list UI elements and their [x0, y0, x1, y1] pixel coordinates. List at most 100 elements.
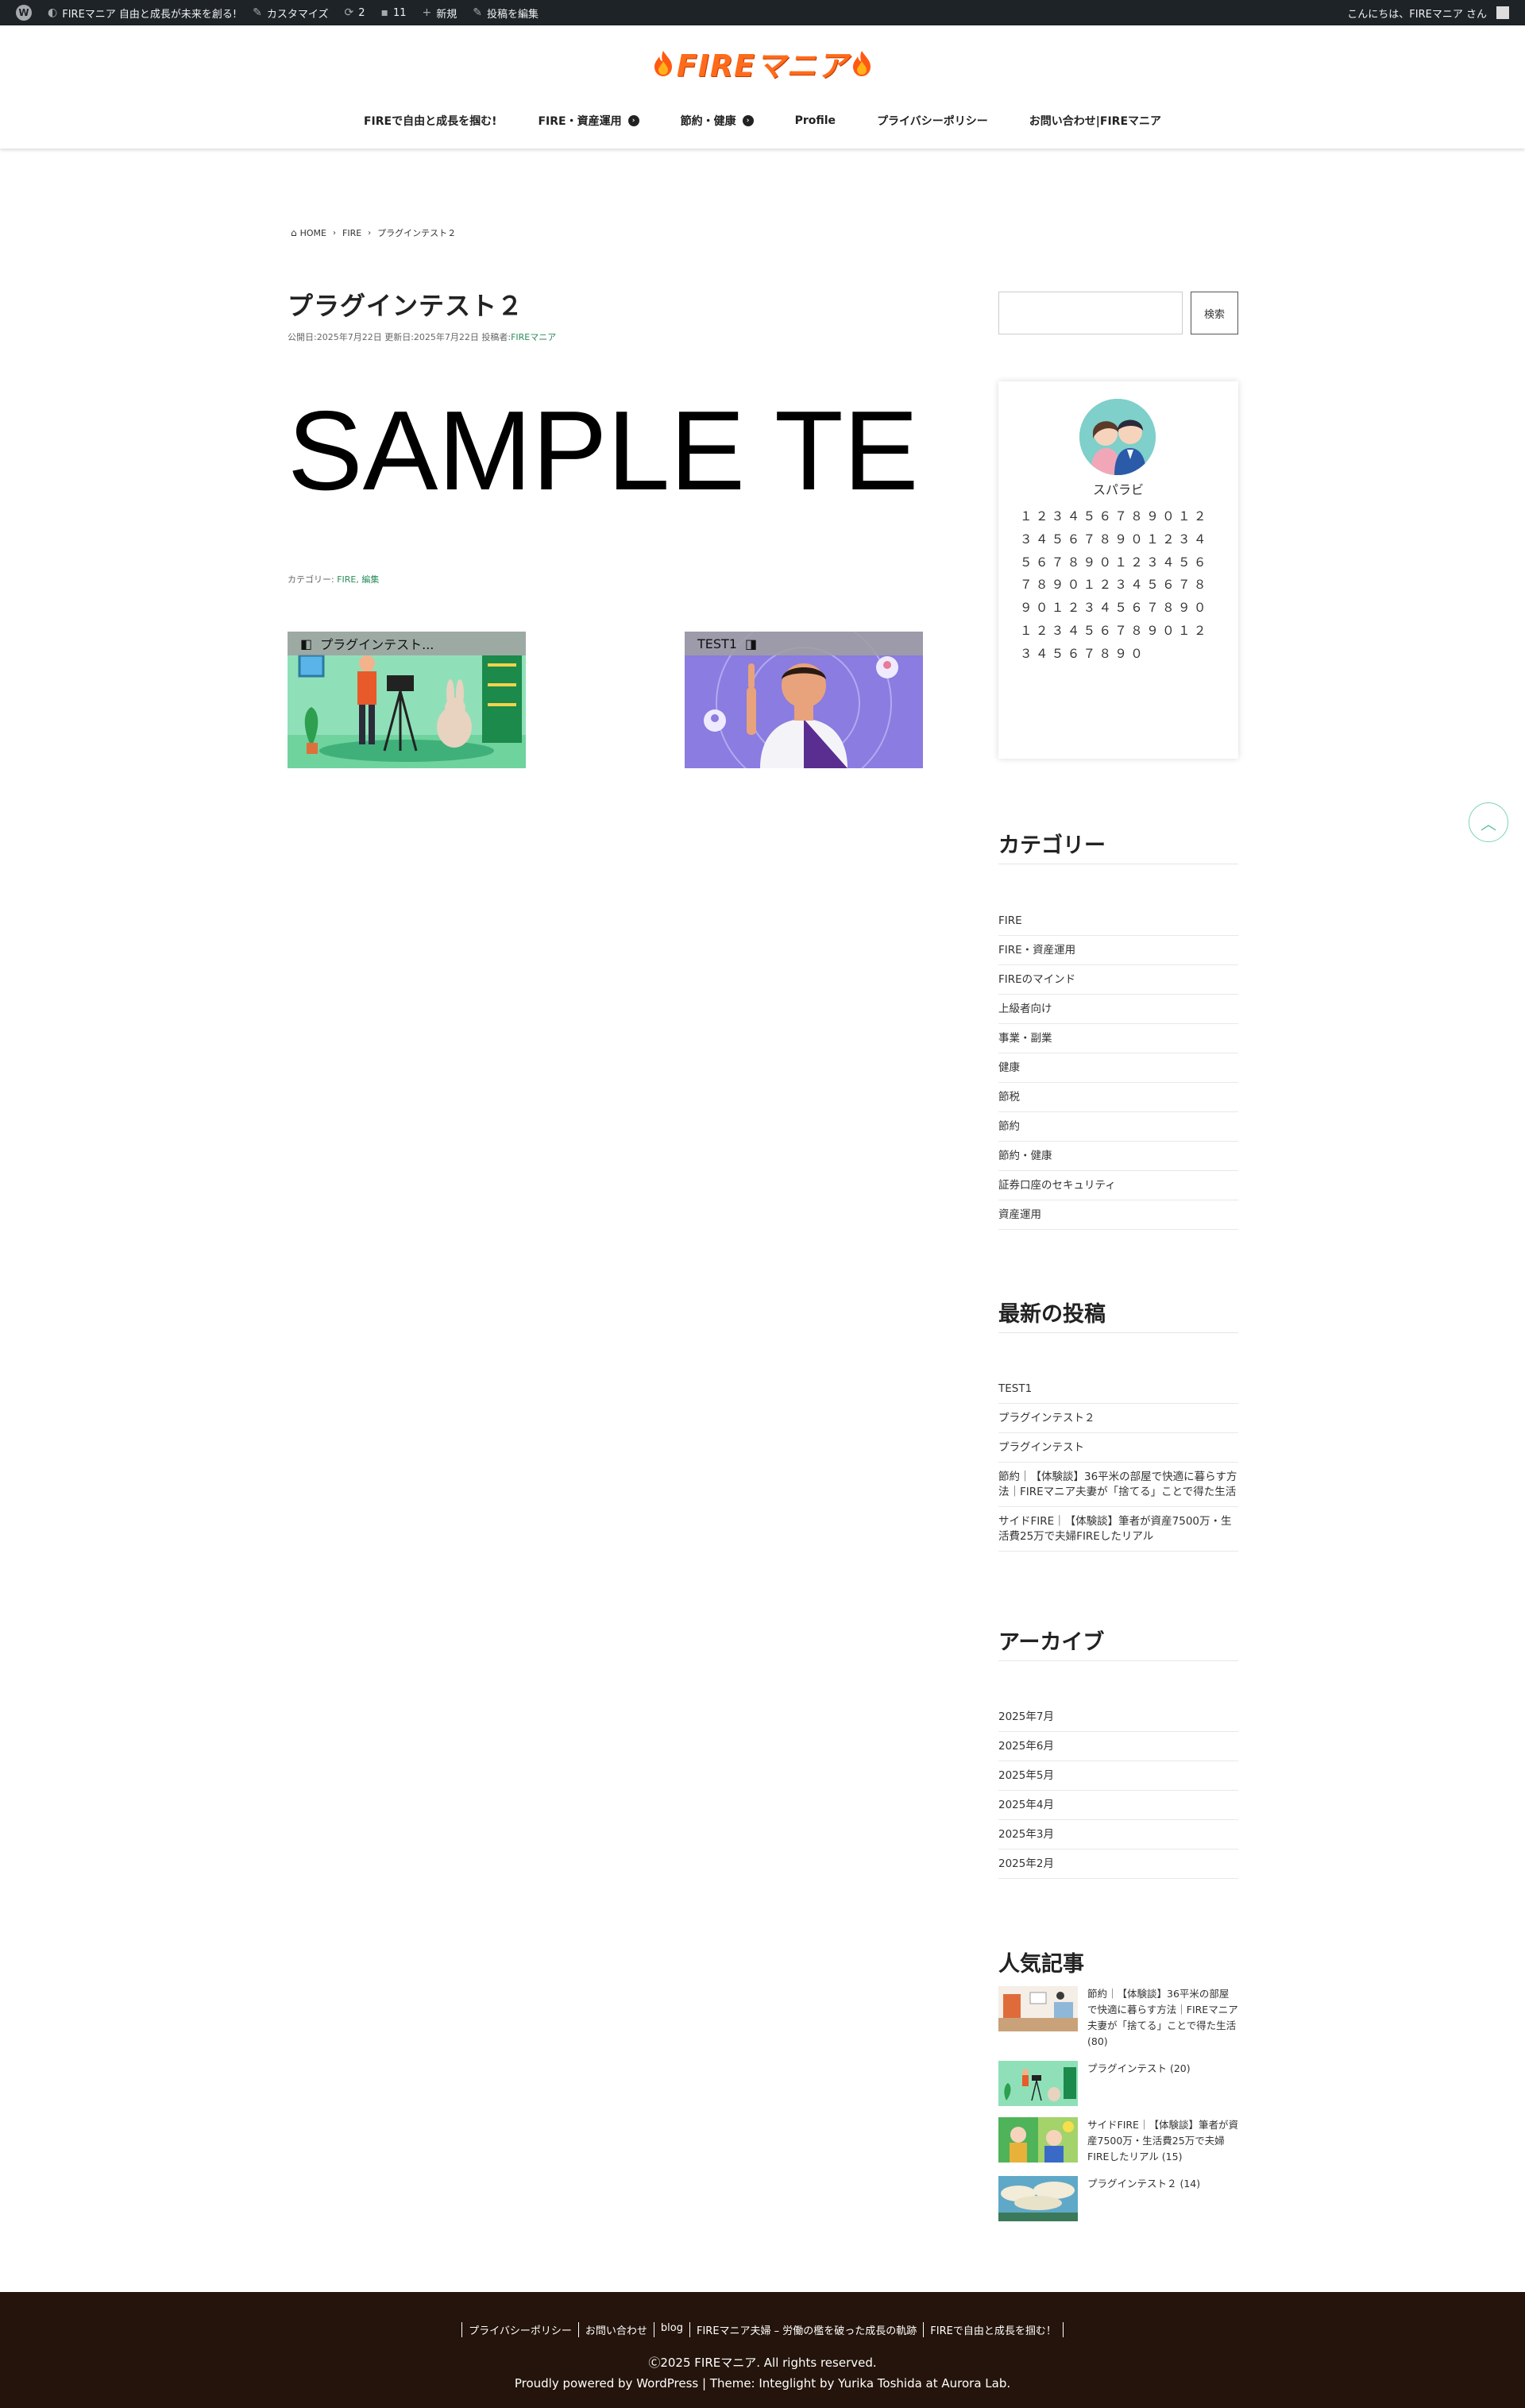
footer-link-privacy[interactable]: プライバシーポリシー — [461, 2322, 578, 2337]
profile-name: スパラビ — [1092, 482, 1144, 497]
flame-icon — [654, 50, 672, 76]
search-button[interactable]: 検索 — [1191, 292, 1238, 334]
user-avatar — [1496, 6, 1509, 19]
next-post-card[interactable]: TEST1 ◨ — [685, 632, 923, 768]
arrow-right-icon: ◨ — [745, 636, 758, 651]
couple-avatar-icon — [1079, 399, 1156, 475]
breadcrumb-fire[interactable]: FIRE — [342, 228, 361, 238]
post-category-links[interactable]: FIRE, 編集 — [337, 574, 379, 585]
site-logo[interactable]: FIREマニア — [0, 41, 1525, 85]
chevron-right-icon: › — [333, 228, 336, 238]
flame-icon — [853, 50, 871, 76]
admin-new[interactable]: + 新規 — [415, 0, 465, 25]
chevron-right-icon: › — [368, 228, 372, 238]
profile-text: １２３４５６７８９０１２３４５６７８９０１２３４５６７８９０１２３４５６７８９０… — [1020, 509, 1210, 661]
admin-comments[interactable]: ▪ 11 — [373, 0, 415, 25]
breadcrumb-current: プラグインテスト２ — [377, 228, 457, 238]
archives-list: 2025年7月 2025年6月 2025年5月 2025年4月 2025年3月 … — [998, 1703, 1238, 1879]
popular-item[interactable]: サイドFIRE｜【体験談】筆者が資産7500万・生活費25万で夫婦FIREしたリ… — [998, 2117, 1238, 2165]
archive-item[interactable]: 2025年3月 — [998, 1820, 1238, 1849]
chevron-right-icon: › — [627, 115, 639, 126]
breadcrumb: ⌂ HOME › FIRE › プラグインテスト２ — [291, 226, 456, 239]
category-item[interactable]: 節約・健康 — [998, 1142, 1238, 1171]
chevron-right-icon: › — [742, 115, 754, 126]
popular-item-text: プラグインテスト (20) — [1087, 2062, 1191, 2074]
category-item[interactable]: FIRE — [998, 906, 1238, 936]
popular-thumbnail — [998, 1986, 1078, 2031]
category-item[interactable]: 節税 — [998, 1083, 1238, 1112]
nav-item-contact[interactable]: お問い合わせ|FIREマニア — [1009, 105, 1182, 137]
admin-updates[interactable]: ⟳ 2 — [336, 0, 373, 25]
nav-item-privacy[interactable]: プライバシーポリシー — [856, 105, 1009, 137]
avatar — [1079, 399, 1156, 475]
recent-post-item[interactable]: プラグインテスト２ — [998, 1404, 1238, 1433]
powered-by: Proudly powered by WordPress | Theme: In… — [514, 2376, 1011, 2391]
archive-item[interactable]: 2025年7月 — [998, 1703, 1238, 1732]
breadcrumb-home[interactable]: ⌂ HOME — [291, 227, 326, 238]
admin-bar: W ◐ FIREマニア 自由と成長が未来を創る! ✎ カスタマイズ ⟳ 2 ▪ … — [0, 0, 1525, 25]
admin-customize[interactable]: ✎ カスタマイズ — [245, 0, 336, 25]
recent-posts-list: TEST1 プラグインテスト２ プラグインテスト 節約｜【体験談】36平米の部屋… — [998, 1374, 1238, 1552]
post-categories: カテゴリー: FIRE, 編集 — [288, 574, 380, 585]
archive-item[interactable]: 2025年2月 — [998, 1849, 1238, 1879]
category-item[interactable]: 節約 — [998, 1112, 1238, 1142]
plus-icon: + — [422, 6, 432, 19]
admin-edit-post[interactable]: ✎ 投稿を編集 — [465, 0, 546, 25]
archive-item[interactable]: 2025年5月 — [998, 1761, 1238, 1791]
copyright: Ⓒ2025 FIREマニア. All rights reserved. — [648, 2356, 877, 2370]
category-item[interactable]: 証券口座のセキュリティ — [998, 1171, 1238, 1200]
recent-post-item[interactable]: プラグインテスト — [998, 1433, 1238, 1463]
admin-site-name[interactable]: ◐ FIREマニア 自由と成長が未来を創る! — [40, 0, 245, 25]
brush-icon: ✎ — [253, 6, 262, 19]
popular-list: 節約｜【体験談】36平米の部屋で快適に暮らす方法｜FIREマニア夫妻が「捨てる」… — [998, 1986, 1238, 2232]
next-post-label: TEST1 ◨ — [685, 632, 923, 655]
post-navigation: ◧ プラグインテスト... TEST1 ◨ — [288, 632, 923, 768]
category-item[interactable]: FIRE・資産運用 — [998, 936, 1238, 965]
category-item[interactable]: 上級者向け — [998, 995, 1238, 1024]
sample-text: SAMPLE TE — [288, 395, 919, 508]
popular-item[interactable]: 節約｜【体験談】36平米の部屋で快適に暮らす方法｜FIREマニア夫妻が「捨てる」… — [998, 1986, 1238, 2050]
pencil-icon: ✎ — [473, 6, 483, 19]
post-meta: 公開日:2025年7月22日 更新日:2025年7月22日 投稿者:FIREマニ… — [288, 332, 557, 342]
popular-thumbnail — [998, 2117, 1078, 2163]
category-item[interactable]: 健康 — [998, 1053, 1238, 1083]
footer-nav: プライバシーポリシー お問い合わせ blog FIREマニア夫婦 – 労働の檻を… — [0, 2322, 1525, 2337]
chevron-up-icon: ︿ — [1481, 814, 1496, 833]
search-input[interactable] — [998, 292, 1183, 334]
footer-link-couple[interactable]: FIREマニア夫婦 – 労働の檻を破った成長の軌跡 — [689, 2322, 923, 2337]
popular-item[interactable]: プラグインテスト (20) — [998, 2061, 1238, 2106]
nav-item-saving-health[interactable]: 節約・健康 › — [660, 105, 774, 137]
wordpress-logo-menu[interactable]: W — [8, 0, 40, 25]
site-footer: プライバシーポリシー お問い合わせ blog FIREマニア夫婦 – 労働の檻を… — [0, 2292, 1525, 2408]
nav-item-profile[interactable]: Profile — [774, 105, 856, 137]
footer-link-contact[interactable]: お問い合わせ — [577, 2322, 654, 2337]
post-author-link[interactable]: FIREマニア — [511, 332, 556, 342]
refresh-icon: ⟳ — [344, 6, 354, 19]
scroll-top-button[interactable]: ︿ — [1469, 802, 1508, 842]
recent-post-item[interactable]: 節約｜【体験談】36平米の部屋で快適に暮らす方法｜FIREマニア夫妻が「捨てる」… — [998, 1463, 1238, 1507]
post-title: プラグインテスト２ — [288, 291, 524, 321]
recent-post-item[interactable]: サイドFIRE｜【体験談】筆者が資産7500万・生活費25万で夫婦FIREしたリ… — [998, 1507, 1238, 1552]
popular-item-text: サイドFIRE｜【体験談】筆者が資産7500万・生活費25万で夫婦FIREしたリ… — [1087, 2119, 1238, 2163]
popular-thumbnail — [998, 2176, 1078, 2221]
footer-link-blog[interactable]: blog — [653, 2322, 689, 2337]
site-header: FIREマニア FIREで自由と成長を掴む! FIRE・資産運用 › 節約・健康… — [0, 25, 1525, 149]
footer-link-fire-freedom[interactable]: FIREで自由と成長を掴む！ — [923, 2322, 1064, 2337]
comment-icon: ▪ — [380, 6, 389, 19]
nav-item-fire-freedom[interactable]: FIREで自由と成長を掴む! — [343, 105, 518, 137]
category-item[interactable]: FIREのマインド — [998, 965, 1238, 995]
wordpress-icon: W — [16, 5, 32, 21]
prev-post-card[interactable]: ◧ プラグインテスト... — [288, 632, 526, 768]
category-item[interactable]: 資産運用 — [998, 1200, 1238, 1230]
profile-card: スパラビ １２３４５６７８９０１２３４５６７８９０１２３４５６７８９０１２３４５… — [998, 381, 1238, 759]
popular-thumbnail — [998, 2061, 1078, 2106]
popular-item[interactable]: プラグインテスト２ (14) — [998, 2176, 1238, 2221]
prev-post-label: ◧ プラグインテスト... — [288, 632, 526, 655]
nav-item-fire-investment[interactable]: FIRE・資産運用 › — [517, 105, 659, 137]
recent-post-item[interactable]: TEST1 — [998, 1374, 1238, 1404]
category-item[interactable]: 事業・副業 — [998, 1024, 1238, 1053]
admin-account[interactable]: こんにちは、FIREマニア さん — [1339, 0, 1517, 25]
archive-item[interactable]: 2025年4月 — [998, 1791, 1238, 1820]
popular-item-text: プラグインテスト２ (14) — [1087, 2178, 1201, 2190]
archive-item[interactable]: 2025年6月 — [998, 1732, 1238, 1761]
